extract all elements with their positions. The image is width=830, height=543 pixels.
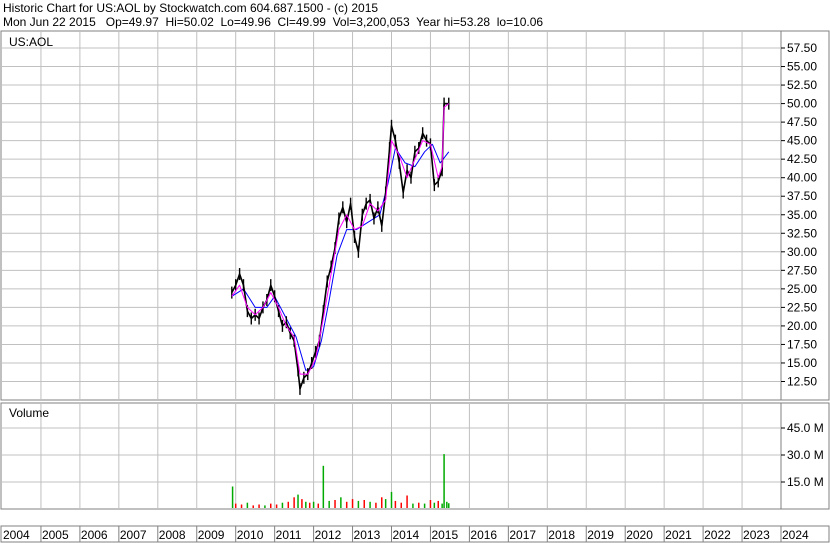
x-tick-label: 2022: [704, 528, 731, 542]
price-tick-label: 22.50: [787, 300, 817, 314]
x-tick-label: 2006: [81, 528, 108, 542]
x-tick-label: 2009: [198, 528, 225, 542]
price-tick-label: 42.50: [787, 152, 817, 166]
price-tick-label: 45.00: [787, 134, 817, 148]
x-tick-label: 2014: [393, 528, 420, 542]
price-tick-label: 40.00: [787, 171, 817, 185]
x-tick-label: 2011: [276, 528, 302, 542]
price-tick-label: 35.00: [787, 208, 817, 222]
x-tick-label: 2010: [237, 528, 264, 542]
x-tick-label: 2017: [509, 528, 536, 542]
price-tick-label: 15.00: [787, 356, 817, 370]
volume-tick-label: 15.0 M: [787, 475, 824, 489]
x-tick-label: 2013: [354, 528, 381, 542]
price-tick-label: 50.00: [787, 97, 817, 111]
volume-tick-label: 30.0 M: [787, 448, 824, 462]
x-tick-label: 2005: [42, 528, 69, 542]
x-tick-label: 2016: [470, 528, 497, 542]
volume-panel-frame: [0, 402, 830, 510]
x-tick-label: 2018: [548, 528, 575, 542]
price-tick-label: 52.50: [787, 78, 817, 92]
x-tick-label: 2007: [120, 528, 147, 542]
price-tick-label: 20.00: [787, 319, 817, 333]
price-tick-label: 30.00: [787, 245, 817, 259]
stock-chart: 57.50 55.00 52.50 50.00 47.50 45.00 42.50 40.00…: [0, 30, 830, 543]
price-tick-label: 57.50: [787, 41, 817, 55]
symbol-label: US:AOL: [9, 35, 53, 49]
x-tick-label: 2008: [159, 528, 186, 542]
price-tick-label: 47.50: [787, 115, 817, 129]
price-tick-label: 27.50: [787, 263, 817, 277]
x-tick-label: 2021: [665, 528, 692, 542]
volume-y-axis: 45.0 M 30.0 M 15.0 M: [781, 421, 824, 489]
x-tick-label: 2004: [3, 528, 30, 542]
x-tick-label: 2019: [587, 528, 614, 542]
x-tick-label: 2015: [431, 528, 458, 542]
price-tick-label: 37.50: [787, 189, 817, 203]
price-tick-label: 25.00: [787, 282, 817, 296]
volume-tick-label: 45.0 M: [787, 421, 824, 435]
x-axis: 2004 2005 2006 2007 2008 2009 2010 2011 2012 2013…: [3, 526, 809, 542]
volume-label: Volume: [9, 406, 49, 420]
price-tick-label: 32.50: [787, 226, 817, 240]
price-tick-label: 12.50: [787, 375, 817, 389]
x-tick-label: 2020: [626, 528, 653, 542]
x-tick-label: 2024: [782, 528, 809, 542]
x-tick-label: 2023: [743, 528, 770, 542]
x-tick-label: 2012: [315, 528, 342, 542]
price-tick-label: 17.50: [787, 337, 817, 351]
price-tick-label: 55.00: [787, 60, 817, 74]
